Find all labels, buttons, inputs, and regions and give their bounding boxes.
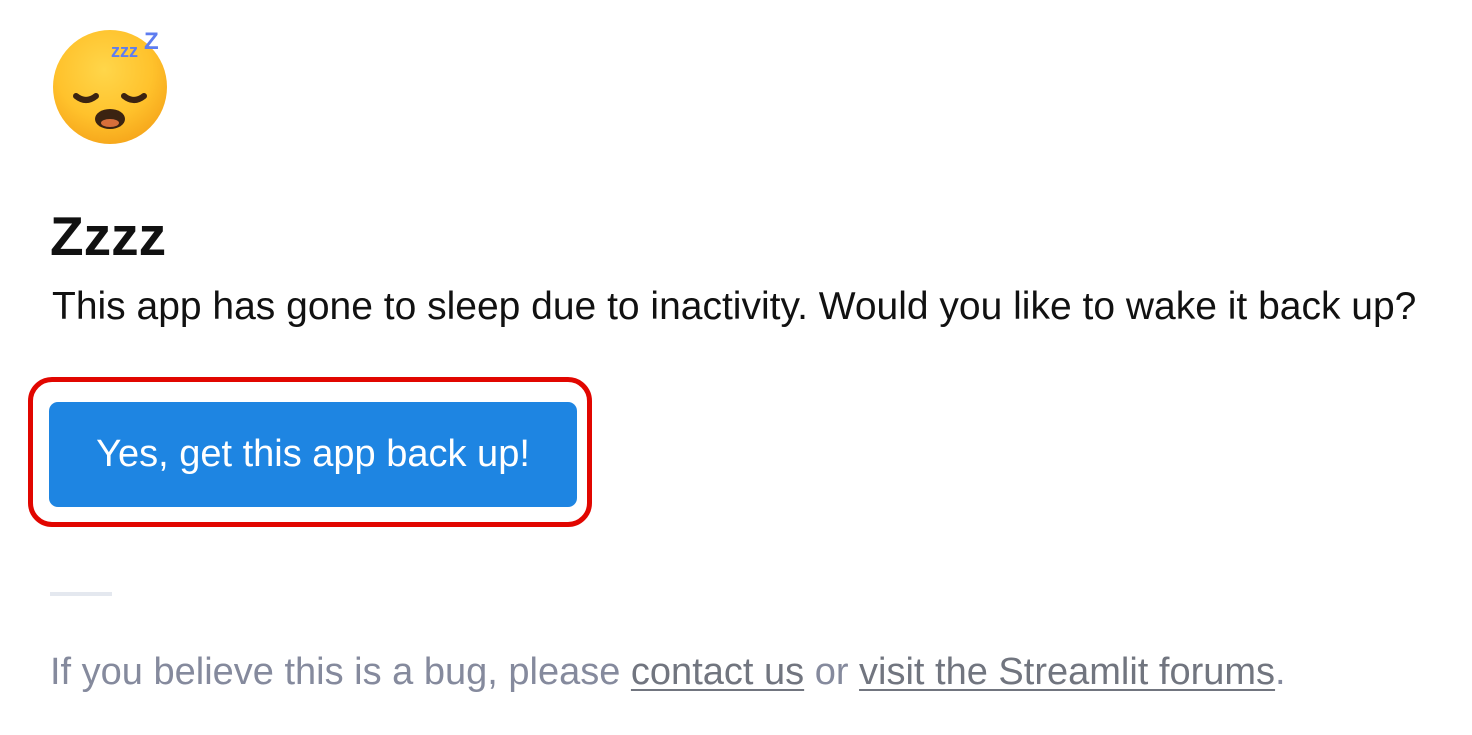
page-title: Zzzz [50,205,167,267]
svg-text:Z: Z [144,28,159,55]
wake-app-button[interactable]: Yes, get this app back up! [49,402,577,507]
divider [50,592,112,596]
app-sleep-page: zzz Z Zzzz This app has gone to sleep du… [0,0,1472,735]
footer-note: If you believe this is a bug, please con… [50,648,1286,696]
sleeping-face-icon: zzz Z [48,26,178,148]
contact-us-link[interactable]: contact us [631,651,804,693]
streamlit-forums-link[interactable]: visit the Streamlit forums [859,651,1275,693]
footer-suffix: . [1275,651,1286,693]
zzz-mark: zzz [111,41,138,61]
footer-prefix: If you believe this is a bug, please [50,651,631,693]
sleep-message: This app has gone to sleep due to inacti… [52,285,1417,328]
footer-middle: or [804,651,860,693]
